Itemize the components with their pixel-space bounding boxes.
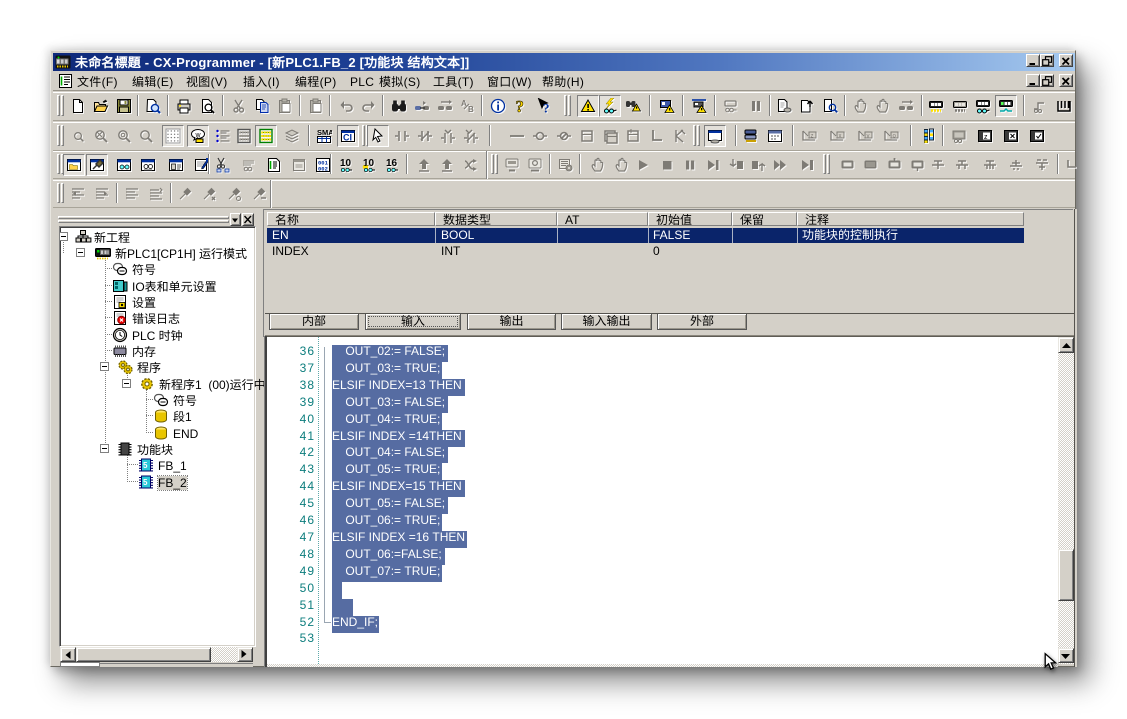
svg-text:002: 002	[318, 166, 328, 173]
svg-text:CI: CI	[343, 133, 352, 143]
svg-text:5: 5	[143, 478, 148, 487]
svg-text:z: z	[811, 134, 814, 140]
svg-text:16: 16	[386, 158, 398, 169]
svg-text:v: v	[867, 134, 870, 140]
svg-text:5: 5	[143, 461, 148, 470]
svg-text:SMA: SMA	[317, 128, 332, 137]
svg-text:z: z	[984, 134, 988, 141]
svg-text:?: ?	[543, 101, 550, 115]
svg-text:10: 10	[340, 158, 352, 169]
svg-text:?: ?	[516, 98, 525, 114]
svg-text:x: x	[839, 134, 842, 140]
svg-text:B: B	[468, 105, 474, 114]
svg-text:w: w	[195, 132, 202, 139]
